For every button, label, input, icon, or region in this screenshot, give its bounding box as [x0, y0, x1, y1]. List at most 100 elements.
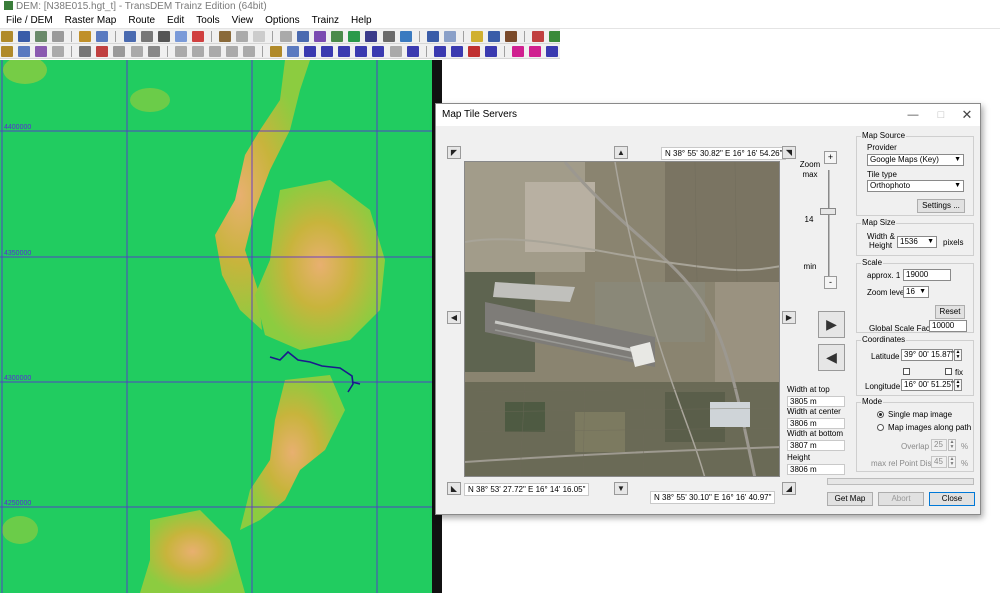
terrain-icon[interactable] [549, 31, 560, 42]
zoom-icon[interactable] [140, 31, 153, 42]
tile-type-select[interactable]: Orthophoto ▼ [867, 180, 964, 192]
pan-west-button[interactable]: ◀ [447, 311, 461, 324]
zoom-in-button[interactable]: + [824, 151, 837, 164]
track-k-icon[interactable] [484, 46, 497, 57]
open-layer-icon[interactable] [1, 46, 13, 57]
pan-icon[interactable] [157, 31, 170, 42]
import-icon[interactable] [79, 31, 92, 42]
route-b-icon[interactable] [314, 31, 327, 42]
shape-e-icon[interactable] [147, 46, 160, 57]
track-e-icon[interactable] [372, 46, 385, 57]
route-f-icon[interactable] [382, 31, 395, 42]
export-icon[interactable] [96, 31, 109, 42]
shape-i-icon[interactable] [225, 46, 238, 57]
menu-help[interactable]: Help [345, 14, 378, 28]
crop-icon[interactable] [123, 31, 136, 42]
menu-view[interactable]: View [226, 14, 260, 28]
triangle-icon[interactable] [191, 31, 204, 42]
track-i-icon[interactable] [450, 46, 463, 57]
save-track-icon[interactable] [287, 46, 300, 57]
redo-icon[interactable] [443, 31, 456, 42]
undo-icon[interactable] [426, 31, 439, 42]
track-h-icon[interactable] [433, 46, 446, 57]
layer-b-icon[interactable] [52, 46, 65, 57]
next-arrow-button[interactable]: ▶ [818, 311, 845, 338]
object-icon[interactable] [505, 31, 517, 42]
select-pointer-icon[interactable] [174, 31, 187, 42]
latitude-extra-checkbox[interactable] [903, 368, 910, 375]
shape-a-icon[interactable] [79, 46, 92, 57]
route-e-icon[interactable] [365, 31, 378, 42]
longitude-spinner[interactable]: ▲ ▼ [954, 379, 962, 391]
save-as-icon[interactable] [35, 31, 48, 42]
open-folder-icon[interactable] [1, 31, 13, 42]
global-scale-field[interactable]: 10000 [929, 320, 967, 332]
reset-button[interactable]: Reset [935, 305, 965, 319]
get-map-button[interactable]: Get Map [827, 492, 873, 506]
zoom-level-select[interactable]: 16 ▼ [903, 286, 929, 298]
shape-f-icon[interactable] [174, 46, 187, 57]
overlap-spinner[interactable]: ▲ ▼ [948, 439, 956, 451]
menu-tools[interactable]: Tools [190, 14, 225, 28]
play-icon[interactable] [280, 31, 293, 42]
help-icon[interactable] [470, 31, 483, 42]
max-rel-field[interactable]: 45 [931, 456, 947, 468]
print-icon[interactable] [52, 31, 65, 42]
layer-a-icon[interactable] [35, 46, 48, 57]
fix-checkbox[interactable] [945, 368, 952, 375]
shape-j-icon[interactable] [242, 46, 255, 57]
color-b-icon[interactable] [529, 46, 542, 57]
pan-north-button[interactable]: ▲ [614, 146, 628, 159]
menu-options[interactable]: Options [259, 14, 305, 28]
satellite-map-preview[interactable] [464, 161, 780, 477]
overlap-field[interactable]: 25 [931, 439, 947, 451]
menu-edit[interactable]: Edit [161, 14, 190, 28]
zoom-slider-track[interactable] [828, 170, 830, 276]
max-rel-spinner[interactable]: ▲ ▼ [948, 456, 956, 468]
menu-file-dem[interactable]: File / DEM [0, 14, 59, 28]
maximize-icon[interactable]: □ [934, 108, 948, 122]
latitude-spinner[interactable]: ▲ ▼ [954, 349, 962, 361]
longitude-field[interactable]: 16° 00' 51.25" [901, 379, 954, 391]
abort-button[interactable]: Abort [878, 492, 924, 506]
menu-raster-map[interactable]: Raster Map [59, 14, 123, 28]
color-c-icon[interactable] [546, 46, 559, 57]
pan-northeast-button[interactable]: ◥ [782, 146, 796, 159]
zoom-out-button[interactable]: - [824, 276, 837, 289]
menu-route[interactable]: Route [122, 14, 161, 28]
track-d-icon[interactable] [355, 46, 368, 57]
latitude-field[interactable]: 39° 00' 15.87" [901, 349, 954, 361]
shape-d-icon[interactable] [130, 46, 143, 57]
track-f-icon[interactable] [389, 46, 402, 57]
track-j-icon[interactable] [467, 46, 480, 57]
previous-arrow-button[interactable]: ◀ [818, 344, 845, 371]
along-path-radio[interactable] [877, 424, 884, 431]
approx-scale-field[interactable]: 19000 [903, 269, 951, 281]
close-button[interactable]: Close [929, 492, 975, 506]
tool-c-icon[interactable] [253, 31, 265, 42]
close-icon[interactable]: ✕ [960, 108, 974, 122]
menu-trainz[interactable]: Trainz [306, 14, 345, 28]
map-size-select[interactable]: 1536 ▼ [897, 236, 937, 248]
shape-h-icon[interactable] [208, 46, 221, 57]
settings-button[interactable]: Settings ... [917, 199, 965, 213]
pan-northwest-button[interactable]: ◤ [447, 146, 461, 159]
shape-g-icon[interactable] [191, 46, 204, 57]
single-map-radio[interactable] [877, 411, 884, 418]
tool-b-icon[interactable] [235, 31, 248, 42]
open-track-icon[interactable] [270, 46, 283, 57]
list-icon[interactable] [487, 31, 500, 42]
save-layer-icon[interactable] [18, 46, 31, 57]
route-g-icon[interactable] [399, 31, 412, 42]
pan-southeast-button[interactable]: ◢ [782, 482, 796, 495]
dem-map-view[interactable]: 4400000 4350000 4300000 4250000 [0, 60, 442, 593]
track-a-icon[interactable] [304, 46, 317, 57]
track-c-icon[interactable] [338, 46, 351, 57]
texture-icon[interactable] [532, 31, 545, 42]
track-g-icon[interactable] [406, 46, 419, 57]
pan-south-button[interactable]: ▼ [614, 482, 628, 495]
tool-a-icon[interactable] [218, 31, 231, 42]
route-c-icon[interactable] [331, 31, 344, 42]
shape-b-icon[interactable] [96, 46, 109, 57]
pan-southwest-button[interactable]: ◣ [447, 482, 461, 495]
